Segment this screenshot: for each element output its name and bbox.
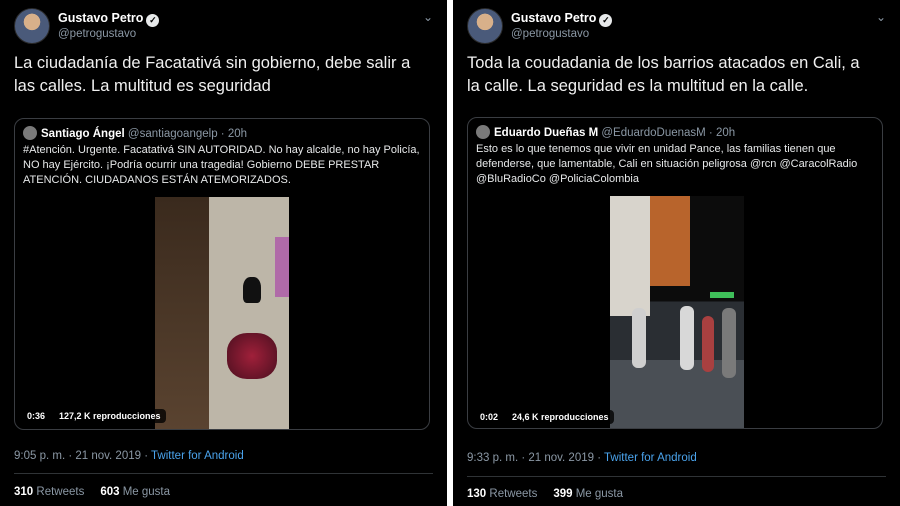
quoted-author-name: Eduardo Dueñas M bbox=[494, 127, 599, 139]
verified-icon: ✓ bbox=[146, 14, 160, 27]
video-views: 24,6 K reproducciones bbox=[507, 410, 614, 424]
author-name-row[interactable]: Gustavo Petro ✓ bbox=[58, 11, 160, 27]
quoted-time: 20h bbox=[715, 127, 736, 139]
chevron-down-icon[interactable]: ⌄ bbox=[423, 10, 433, 24]
author-name-row[interactable]: Gustavo Petro ✓ bbox=[511, 11, 613, 27]
video-frame-cloth bbox=[227, 333, 277, 379]
quoted-tweet[interactable]: Eduardo Dueñas M @EduardoDuenasM · 20h E… bbox=[467, 117, 883, 429]
video-frame-person bbox=[702, 316, 714, 372]
video-frame-door bbox=[155, 197, 209, 429]
retweets-label: Retweets bbox=[36, 486, 85, 498]
video-frame-light bbox=[710, 292, 734, 298]
quoted-avatar bbox=[476, 125, 490, 139]
quoted-time: 20h bbox=[227, 128, 248, 140]
retweets-stat[interactable]: 310 Retweets bbox=[14, 486, 84, 498]
tweet-stats: 130 Retweets 399 Me gusta bbox=[467, 488, 623, 500]
likes-count: 399 bbox=[553, 488, 573, 500]
tweet-header: Gustavo Petro ✓ @petrogustavo ⌄ bbox=[467, 8, 890, 48]
author-handle[interactable]: @petrogustavo bbox=[58, 28, 136, 40]
quoted-header: Santiago Ángel @santiagoangelp · 20h bbox=[23, 126, 247, 140]
quoted-text: #Atención. Urgente. Facatativá SIN AUTOR… bbox=[23, 144, 420, 186]
video-frame-person bbox=[632, 308, 646, 368]
video-frame-wall bbox=[610, 196, 650, 316]
video-player[interactable] bbox=[155, 197, 289, 429]
tweet-card[interactable]: Gustavo Petro ✓ @petrogustavo ⌄ Toda la c… bbox=[453, 0, 900, 506]
author-name[interactable]: Gustavo Petro bbox=[511, 11, 596, 25]
tweet-timestamp[interactable]: 9:33 p. m. · 21 nov. 2019 · bbox=[467, 452, 604, 464]
divider bbox=[467, 476, 886, 477]
video-frame-person bbox=[722, 308, 736, 378]
video-badges: 0:36 127,2 K reproducciones bbox=[22, 409, 166, 423]
likes-label: Me gusta bbox=[575, 488, 624, 500]
quoted-header: Eduardo Dueñas M @EduardoDuenasM · 20h bbox=[476, 125, 735, 139]
quoted-tweet[interactable]: Santiago Ángel @santiagoangelp · 20h #At… bbox=[14, 118, 430, 430]
author-handle[interactable]: @petrogustavo bbox=[511, 28, 589, 40]
likes-count: 603 bbox=[100, 486, 120, 498]
quoted-author-name: Santiago Ángel bbox=[41, 128, 125, 140]
avatar[interactable] bbox=[14, 8, 50, 44]
chevron-down-icon[interactable]: ⌄ bbox=[876, 10, 886, 24]
avatar[interactable] bbox=[467, 8, 503, 44]
retweets-label: Retweets bbox=[489, 488, 538, 500]
likes-stat[interactable]: 399 Me gusta bbox=[553, 488, 623, 500]
tweet-card[interactable]: Gustavo Petro ✓ @petrogustavo ⌄ La ciudad… bbox=[0, 0, 447, 506]
divider bbox=[14, 473, 433, 474]
retweets-count: 130 bbox=[467, 488, 487, 500]
video-frame-edge bbox=[275, 237, 289, 297]
video-duration: 0:36 bbox=[22, 409, 51, 423]
video-views: 127,2 K reproducciones bbox=[54, 409, 166, 423]
tweet-source-link[interactable]: Twitter for Android bbox=[151, 450, 244, 462]
tweet-meta: 9:33 p. m. · 21 nov. 2019 · Twitter for … bbox=[467, 452, 697, 464]
video-badges: 0:02 24,6 K reproducciones bbox=[475, 410, 614, 424]
verified-icon: ✓ bbox=[599, 14, 613, 27]
quoted-text: Esto es lo que tenemos que vivir en unid… bbox=[476, 143, 858, 185]
quoted-author-handle: @santiagoangelp bbox=[127, 128, 218, 140]
tweet-header: Gustavo Petro ✓ @petrogustavo ⌄ bbox=[14, 8, 437, 48]
author-name[interactable]: Gustavo Petro bbox=[58, 11, 143, 25]
tweet-text: Toda la coudadania de los barrios atacad… bbox=[467, 54, 860, 95]
video-frame-building bbox=[650, 196, 690, 286]
retweets-stat[interactable]: 130 Retweets bbox=[467, 488, 537, 500]
video-duration: 0:02 bbox=[475, 410, 504, 424]
likes-label: Me gusta bbox=[122, 486, 171, 498]
quoted-author-handle: @EduardoDuenasM bbox=[601, 127, 706, 139]
video-frame-person bbox=[680, 306, 694, 370]
video-frame-bag bbox=[243, 277, 261, 303]
video-player[interactable] bbox=[610, 196, 744, 428]
quoted-avatar bbox=[23, 126, 37, 140]
tweet-timestamp[interactable]: 9:05 p. m. · 21 nov. 2019 · bbox=[14, 450, 151, 462]
tweet-source-link[interactable]: Twitter for Android bbox=[604, 452, 697, 464]
tweet-stats: 310 Retweets 603 Me gusta bbox=[14, 486, 170, 498]
tweet-meta: 9:05 p. m. · 21 nov. 2019 · Twitter for … bbox=[14, 450, 244, 462]
tweet-text: La ciudadanía de Facatativá sin gobierno… bbox=[14, 54, 411, 95]
retweets-count: 310 bbox=[14, 486, 34, 498]
likes-stat[interactable]: 603 Me gusta bbox=[100, 486, 170, 498]
